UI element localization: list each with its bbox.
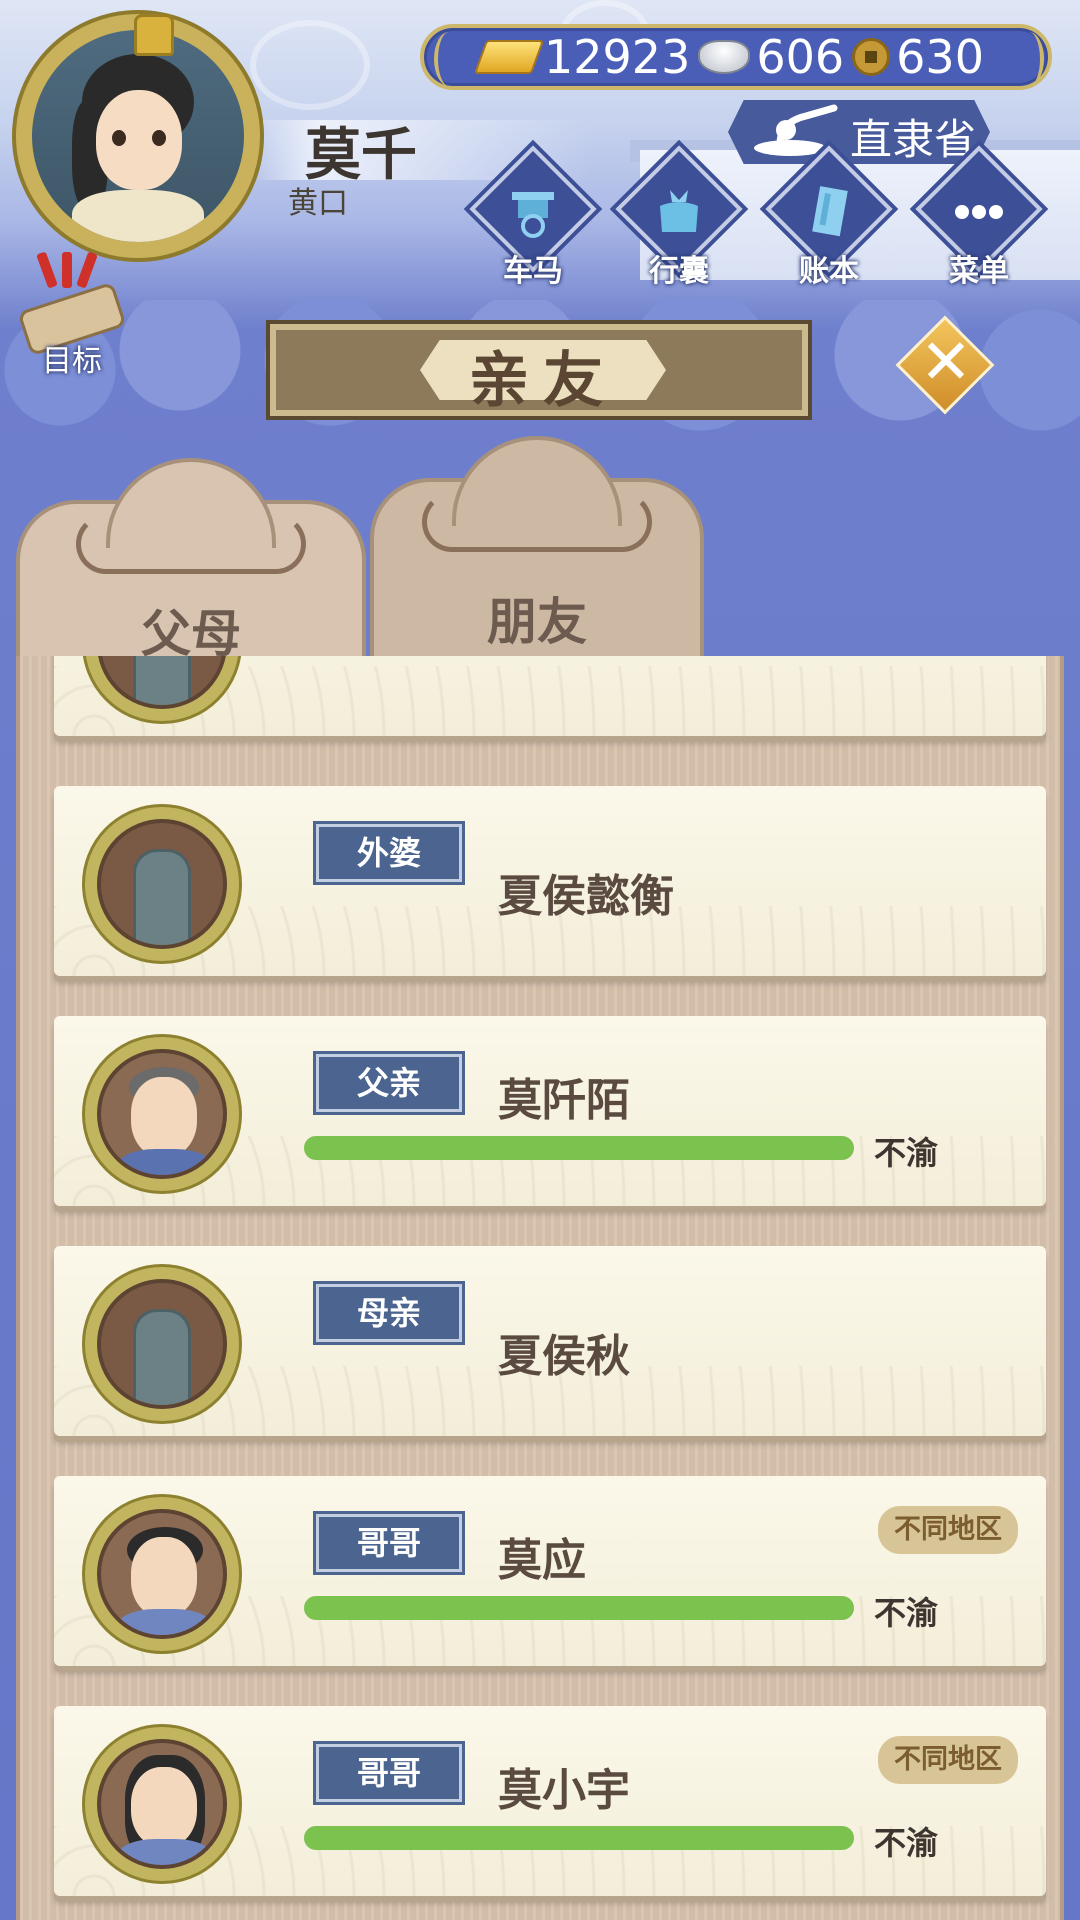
portrait bbox=[97, 1509, 227, 1639]
mood-bar-fill bbox=[304, 1596, 854, 1620]
face bbox=[131, 1077, 197, 1157]
copper-coin-icon bbox=[852, 38, 891, 76]
cloud-scroll-icon bbox=[76, 514, 306, 574]
tombstone-icon bbox=[133, 849, 191, 945]
player-avatar[interactable] bbox=[12, 10, 264, 262]
list-item[interactable]: 哥哥 莫小宇 不同地区 不渝 bbox=[54, 1706, 1046, 1896]
bamboo-icon bbox=[1014, 32, 1044, 86]
panel-title: 亲友 bbox=[469, 346, 617, 416]
mood-text: 不渝 bbox=[874, 1594, 939, 1632]
robe bbox=[115, 1149, 215, 1175]
player-age: 黄口 bbox=[288, 186, 348, 221]
tab-friends-label: 朋友 bbox=[487, 593, 587, 651]
mood-bar-fill bbox=[304, 1826, 854, 1850]
mood-bar bbox=[304, 1136, 854, 1160]
location-name: 直隶省 bbox=[850, 115, 977, 164]
carriage-label: 车马 bbox=[503, 254, 563, 289]
mood-bar-fill bbox=[304, 1136, 854, 1160]
list-item[interactable]: 母亲 夏侯秋 bbox=[54, 1246, 1046, 1436]
robe bbox=[115, 1839, 215, 1865]
mood-bar bbox=[304, 1596, 854, 1620]
relation-tag: 父亲 bbox=[316, 1054, 462, 1112]
person-name: 夏侯懿衡 bbox=[498, 871, 674, 922]
avatar-crown-icon bbox=[134, 14, 174, 56]
close-icon[interactable]: ✕ bbox=[896, 322, 996, 402]
silver-ingot-icon bbox=[698, 40, 751, 74]
carriage-icon bbox=[512, 192, 554, 238]
person-name: 莫应 bbox=[498, 1535, 586, 1586]
portrait-frame bbox=[82, 1494, 242, 1654]
cloud-scroll-icon bbox=[422, 492, 652, 552]
relation-tag: 哥哥 bbox=[316, 1514, 462, 1572]
ledger-label: 账本 bbox=[799, 254, 859, 289]
goal-button[interactable]: 目标 bbox=[12, 250, 132, 379]
list-item[interactable] bbox=[54, 656, 1046, 736]
person-name: 莫阡陌 bbox=[498, 1075, 630, 1126]
relation-tag: 哥哥 bbox=[316, 1744, 462, 1802]
avatar-eye bbox=[112, 130, 126, 146]
silver-amount: 606 bbox=[756, 30, 845, 84]
list-item[interactable]: 父亲 莫阡陌 不渝 bbox=[54, 1016, 1046, 1206]
cloud-swirl-decoration bbox=[250, 20, 370, 110]
region-badge: 不同地区 bbox=[878, 1506, 1018, 1554]
currency-bar: 12923 606 630 bbox=[420, 24, 1052, 90]
panel-title-board: 亲友 bbox=[266, 320, 812, 420]
tombstone-icon bbox=[133, 656, 191, 705]
person-name: 夏侯秋 bbox=[498, 1331, 630, 1382]
alert-mark-icon bbox=[62, 252, 72, 288]
portrait bbox=[97, 1739, 227, 1869]
copper-amount: 630 bbox=[896, 30, 984, 84]
gold-amount: 12923 bbox=[544, 30, 691, 84]
carriage-button[interactable]: 车马 bbox=[468, 145, 598, 290]
tombstone-icon bbox=[133, 1309, 191, 1405]
relation-tag: 母亲 bbox=[316, 1284, 462, 1342]
portrait bbox=[97, 656, 227, 709]
gold-bar-icon bbox=[473, 40, 545, 74]
list-item[interactable]: 外婆 夏侯懿衡 bbox=[54, 786, 1046, 976]
face bbox=[131, 1767, 197, 1847]
ledger-button[interactable]: 账本 bbox=[764, 145, 894, 290]
face bbox=[131, 1537, 197, 1617]
region-badge: 不同地区 bbox=[878, 1736, 1018, 1784]
portrait-frame bbox=[82, 1264, 242, 1424]
mood-text: 不渝 bbox=[874, 1824, 939, 1862]
avatar-eye bbox=[152, 130, 166, 146]
bag-label: 行囊 bbox=[649, 254, 709, 289]
portrait-frame bbox=[82, 804, 242, 964]
menu-button[interactable]: 菜单 bbox=[914, 145, 1044, 290]
alert-mark-icon bbox=[76, 251, 98, 289]
bag-icon bbox=[660, 190, 698, 232]
person-name: 莫小宇 bbox=[498, 1765, 630, 1816]
avatar-robe bbox=[72, 190, 204, 242]
portrait bbox=[97, 1279, 227, 1409]
ledger-icon bbox=[812, 186, 848, 237]
portrait bbox=[97, 1049, 227, 1179]
relation-tag: 外婆 bbox=[316, 824, 462, 882]
list-item[interactable]: 哥哥 莫应 不同地区 不渝 bbox=[54, 1476, 1046, 1666]
mood-bar bbox=[304, 1826, 854, 1850]
bag-button[interactable]: 行囊 bbox=[614, 145, 744, 290]
mood-text: 不渝 bbox=[874, 1134, 939, 1172]
menu-label: 菜单 bbox=[949, 254, 1009, 289]
goal-label: 目标 bbox=[42, 344, 102, 379]
avatar-portrait bbox=[32, 30, 244, 242]
relatives-list[interactable]: 外婆 夏侯懿衡 父亲 莫阡陌 不渝 母亲 夏侯秋 哥哥 莫应 不同地区 不渝 哥… bbox=[16, 656, 1064, 1920]
bamboo-icon bbox=[434, 32, 464, 86]
portrait bbox=[97, 819, 227, 949]
robe bbox=[115, 1609, 215, 1635]
more-dots-icon bbox=[955, 205, 1003, 219]
avatar-face bbox=[96, 90, 182, 190]
portrait-frame bbox=[82, 1724, 242, 1884]
alert-mark-icon bbox=[36, 251, 58, 289]
portrait-frame bbox=[82, 1034, 242, 1194]
